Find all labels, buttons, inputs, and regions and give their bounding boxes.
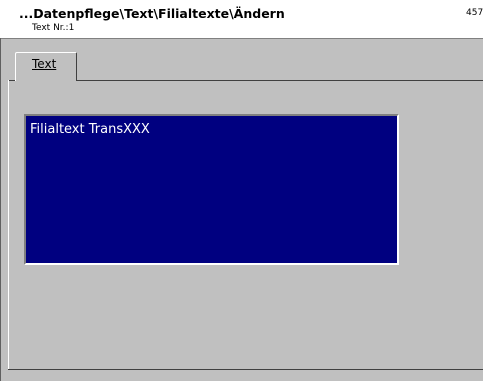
window-left-border xyxy=(0,38,1,381)
tab-text-label: Text xyxy=(32,57,57,71)
tab-panel-bottom-border xyxy=(8,369,483,370)
app-window: ...Datenpflege\Text\Filialtexte\Ändern T… xyxy=(0,0,483,381)
filialtext-textarea[interactable]: Filialtext TransXXX xyxy=(24,114,399,265)
tab-text[interactable]: Text xyxy=(15,52,77,81)
tab-strip-border-left xyxy=(8,80,15,81)
filialtext-value: Filialtext TransXXX xyxy=(30,122,150,137)
record-number: 457 xyxy=(466,8,483,18)
tab-panel-left-border xyxy=(8,80,9,369)
title-bar: ...Datenpflege\Text\Filialtexte\Ändern T… xyxy=(0,0,483,39)
window-title: ...Datenpflege\Text\Filialtexte\Ändern xyxy=(19,6,285,21)
record-subtitle: Text Nr.:1 xyxy=(32,23,75,33)
tab-strip-border xyxy=(77,80,483,81)
